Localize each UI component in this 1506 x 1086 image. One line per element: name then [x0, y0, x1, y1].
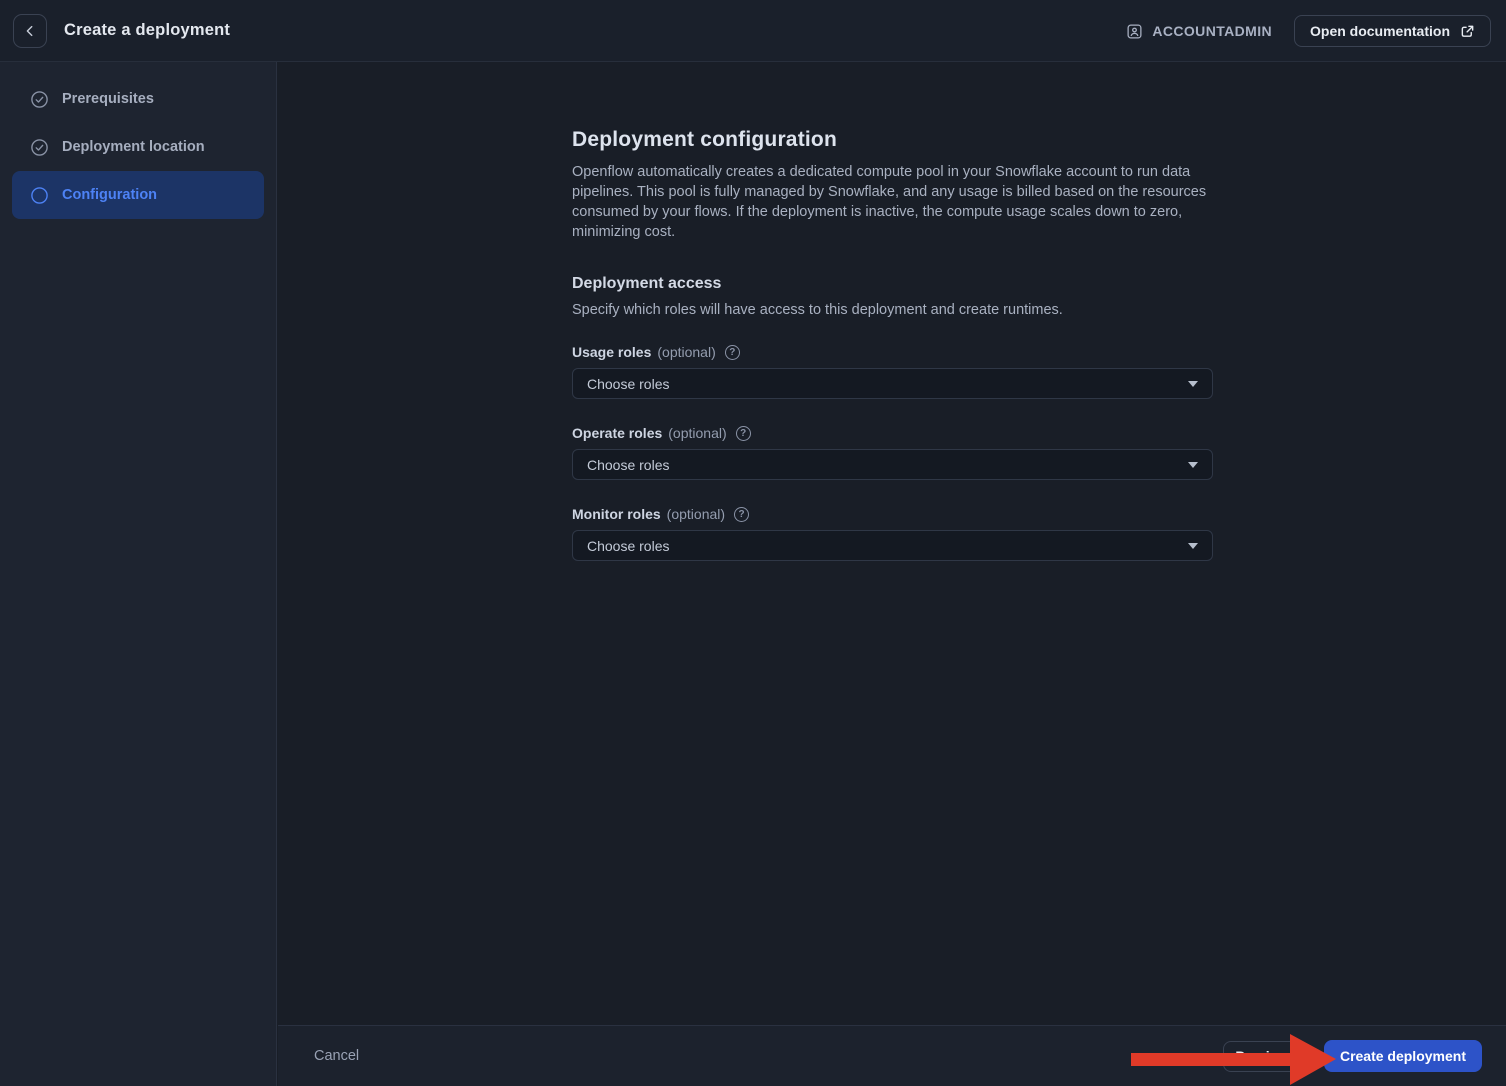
- monitor-roles-field: Monitor roles (optional) Choose roles: [572, 506, 1213, 561]
- optional-tag: (optional): [668, 425, 726, 441]
- help-icon[interactable]: [734, 507, 749, 522]
- sidebar-step-label: Configuration: [62, 187, 157, 203]
- operate-roles-label: Operate roles: [572, 425, 662, 441]
- section-title: Deployment configuration: [572, 128, 1213, 152]
- create-deployment-button[interactable]: Create deployment: [1324, 1040, 1482, 1072]
- operate-roles-field: Operate roles (optional) Choose roles: [572, 425, 1213, 480]
- monitor-roles-select[interactable]: Choose roles: [572, 530, 1213, 561]
- sidebar-step-deployment-location[interactable]: Deployment location: [12, 123, 264, 171]
- cancel-button[interactable]: Cancel: [314, 1048, 359, 1064]
- operate-roles-select[interactable]: Choose roles: [572, 449, 1213, 480]
- chevron-down-icon: [1188, 543, 1198, 549]
- main-panel: Deployment configuration Openflow automa…: [278, 62, 1506, 1025]
- chevron-left-icon: [23, 24, 37, 38]
- check-circle-icon: [30, 90, 49, 109]
- top-header: Create a deployment ACCOUNTADMIN Open do…: [0, 0, 1506, 62]
- create-deployment-window: Create a deployment ACCOUNTADMIN Open do…: [0, 0, 1506, 1086]
- usage-roles-field: Usage roles (optional) Choose roles: [572, 344, 1213, 399]
- check-circle-icon: [30, 138, 49, 157]
- help-icon[interactable]: [736, 426, 751, 441]
- select-placeholder: Choose roles: [587, 376, 670, 392]
- select-placeholder: Choose roles: [587, 538, 670, 554]
- deployment-access-title: Deployment access: [572, 275, 1213, 293]
- sidebar-step-label: Prerequisites: [62, 91, 154, 107]
- select-placeholder: Choose roles: [587, 457, 670, 473]
- open-documentation-label: Open documentation: [1310, 23, 1450, 39]
- wizard-footer: Cancel Previous Create deployment: [278, 1025, 1506, 1086]
- account-role-indicator[interactable]: ACCOUNTADMIN: [1126, 23, 1272, 40]
- help-icon[interactable]: [725, 345, 740, 360]
- sidebar-step-configuration[interactable]: Configuration: [12, 171, 264, 219]
- sidebar-step-prerequisites[interactable]: Prerequisites: [12, 75, 264, 123]
- usage-roles-label: Usage roles: [572, 344, 651, 360]
- usage-roles-select[interactable]: Choose roles: [572, 368, 1213, 399]
- sidebar-step-label: Deployment location: [62, 139, 205, 155]
- account-role-label: ACCOUNTADMIN: [1152, 23, 1272, 39]
- monitor-roles-label: Monitor roles: [572, 506, 661, 522]
- chevron-down-icon: [1188, 381, 1198, 387]
- previous-button[interactable]: Previous: [1223, 1041, 1307, 1072]
- circle-icon: [30, 186, 49, 205]
- page-title: Create a deployment: [64, 21, 230, 40]
- user-badge-icon: [1126, 23, 1143, 40]
- external-link-icon: [1460, 24, 1475, 39]
- back-button[interactable]: [13, 14, 47, 48]
- open-documentation-button[interactable]: Open documentation: [1294, 15, 1491, 47]
- optional-tag: (optional): [657, 344, 715, 360]
- chevron-down-icon: [1188, 462, 1198, 468]
- deployment-access-description: Specify which roles will have access to …: [572, 302, 1213, 318]
- optional-tag: (optional): [667, 506, 725, 522]
- wizard-steps-sidebar: Prerequisites Deployment location Config…: [0, 62, 277, 1086]
- section-description: Openflow automatically creates a dedicat…: [572, 162, 1213, 242]
